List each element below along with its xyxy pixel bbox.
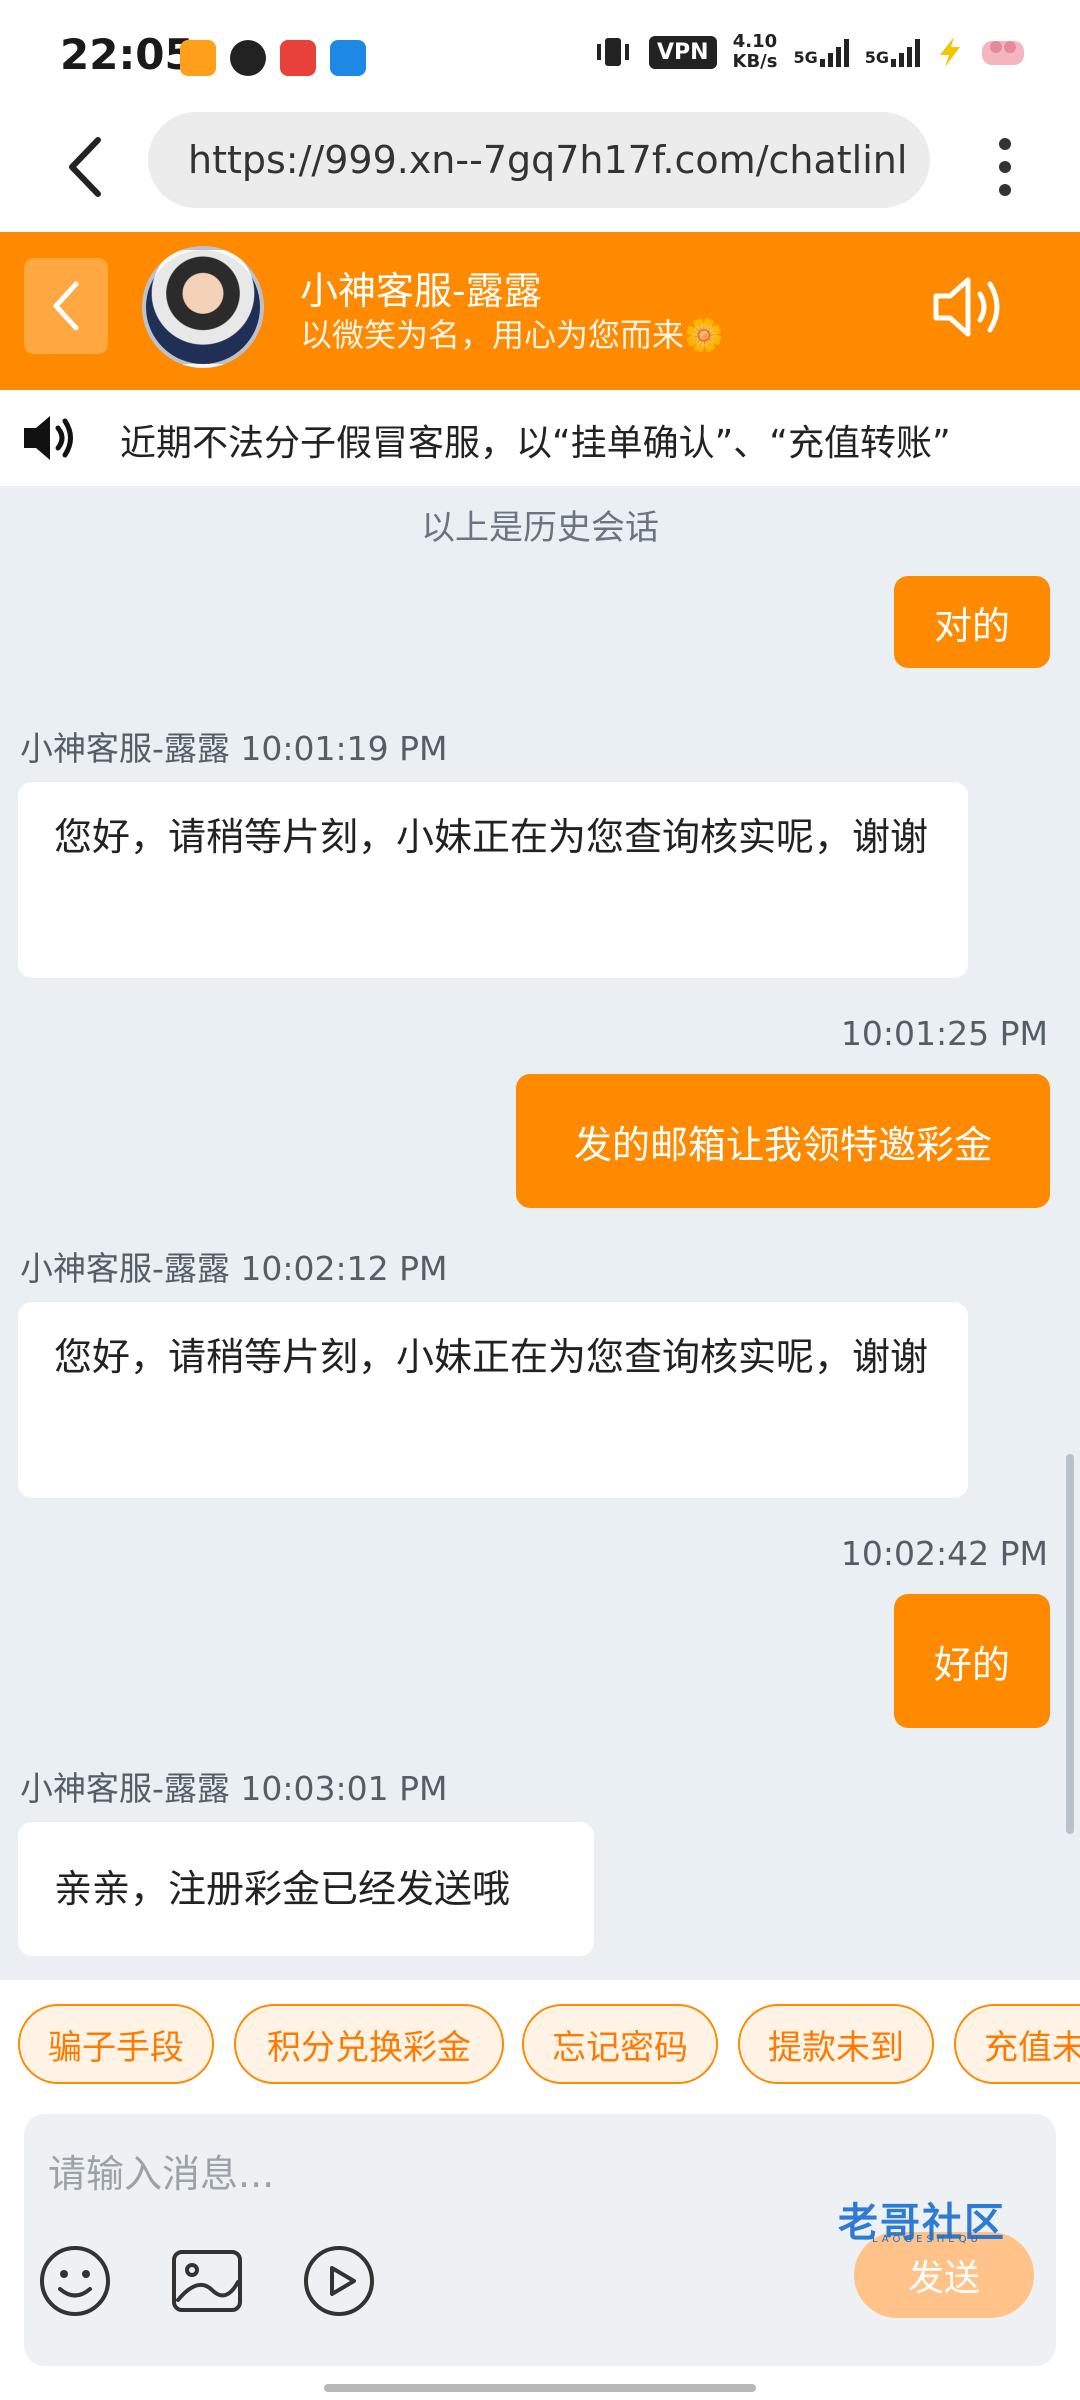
agent-name: 小神客服-露露 (300, 269, 542, 313)
agent-message: 您好，请稍等片刻，小妹正在为您查询核实呢，谢谢 (18, 782, 968, 978)
emoji-icon[interactable] (36, 2242, 114, 2320)
network-speed: 4.10 KB/s (732, 31, 778, 72)
quick-reply-chip[interactable]: 提款未到 (738, 2004, 934, 2084)
user-message: 好的 (894, 1594, 1050, 1728)
sound-toggle-icon[interactable] (930, 272, 1010, 342)
quick-reply-chip[interactable]: 骗子手段 (18, 2004, 214, 2084)
quick-reply-chip[interactable]: 充值未到 (954, 2004, 1080, 2084)
user-message-time: 10:02:42 PM (840, 1534, 1048, 1573)
more-menu-icon[interactable] (985, 132, 1025, 202)
megaphone-icon (24, 416, 73, 460)
signal-2: 5G (865, 37, 920, 67)
charging-icon (940, 37, 960, 67)
announcement-bar: 近期不法分子假冒客服，以“挂单确认”、“充值转账” (0, 390, 1080, 486)
qq-icon (230, 40, 266, 76)
app-notification-icon (180, 40, 216, 76)
watermark-subtext: LAOGESHEQU (872, 2234, 982, 2245)
user-message: 对的 (894, 576, 1050, 668)
agent-message: 您好，请稍等片刻，小妹正在为您查询核实呢，谢谢 (18, 1302, 968, 1498)
clock: 22:05 (60, 30, 194, 79)
agent-avatar (142, 246, 264, 368)
signal-1: 5G (793, 37, 849, 67)
vibrate-icon (596, 38, 629, 66)
browser-back-icon[interactable] (58, 132, 118, 202)
agent-message-meta: 小神客服-露露 10:01:19 PM (20, 729, 448, 768)
signal-bars-icon (819, 37, 849, 67)
signal-bars-icon (891, 37, 920, 67)
video-play-icon[interactable] (300, 2242, 378, 2320)
chat-header: 小神客服-露露 以微笑为名，用心为您而来🌼 (0, 232, 1080, 390)
agent-message-meta: 小神客服-露露 10:02:12 PM (20, 1249, 448, 1288)
chat-back-button[interactable] (24, 258, 108, 354)
vpn-badge: VPN (648, 35, 717, 69)
app-notification-icon (280, 40, 316, 76)
address-bar[interactable]: https://999.xn--7gq7h17f.com/chatlinl (148, 112, 930, 208)
battery-icon (982, 41, 1024, 65)
status-bar: 22:05 VPN 4.10 KB/s 5G 5G (0, 0, 1080, 110)
history-divider: 以上是历史会话 (421, 508, 659, 548)
chevron-left-icon (53, 281, 79, 331)
app-notification-icon (330, 40, 366, 76)
browser-toolbar: https://999.xn--7gq7h17f.com/chatlinl (0, 110, 1080, 232)
notification-icons (180, 40, 366, 76)
quick-reply-chip[interactable]: 忘记密码 (522, 2004, 718, 2084)
user-message-time: 10:01:25 PM (840, 1014, 1048, 1053)
chat-log[interactable]: 以上是历史会话 对的 小神客服-露露 10:01:19 PM 您好，请稍等片刻，… (0, 486, 1080, 1980)
quick-reply-chip[interactable]: 积分兑换彩金 (234, 2004, 504, 2084)
system-indicators: VPN 4.10 KB/s 5G 5G (593, 32, 1030, 72)
quick-reply-bar: 骗子手段 积分兑换彩金 忘记密码 提款未到 充值未到 (0, 1980, 1080, 2090)
user-message: 发的邮箱让我领特邀彩金 (516, 1074, 1050, 1208)
chat-scrollbar[interactable] (1066, 1454, 1074, 1834)
agent-message-meta: 小神客服-露露 10:03:01 PM (20, 1769, 448, 1808)
announcement-text: 近期不法分子假冒客服，以“挂单确认”、“充值转账” (120, 423, 951, 464)
image-icon[interactable] (168, 2242, 246, 2320)
agent-subtitle: 以微笑为名，用心为您而来🌼 (300, 316, 724, 354)
home-indicator[interactable] (324, 2384, 756, 2392)
agent-message: 亲亲，注册彩金已经发送哦 (18, 1822, 594, 1956)
